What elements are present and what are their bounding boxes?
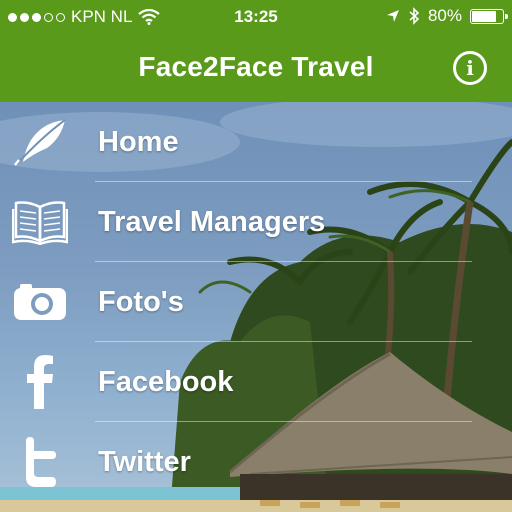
menu-item-fotos[interactable]: Foto's xyxy=(0,262,512,342)
twitter-icon xyxy=(10,422,70,502)
page-title: Face2Face Travel xyxy=(138,51,374,82)
open-book-icon xyxy=(10,182,70,262)
menu-item-label: Twitter xyxy=(98,446,191,478)
menu-item-travel-managers[interactable]: Travel Managers xyxy=(0,182,512,262)
menu-item-twitter[interactable]: Twitter xyxy=(0,422,512,502)
status-bar: KPN NL 13:25 80% xyxy=(0,0,512,34)
menu-item-label: Facebook xyxy=(98,366,234,398)
camera-icon xyxy=(10,262,70,342)
navigation-bar: Face2Face Travel i xyxy=(0,34,512,102)
info-icon: i xyxy=(466,56,474,80)
bluetooth-icon xyxy=(409,7,420,25)
info-button[interactable]: i xyxy=(453,51,487,85)
location-arrow-icon xyxy=(386,10,399,22)
battery-icon xyxy=(470,8,508,24)
side-menu: Home Travel Managers Foto's Facebook Twi… xyxy=(0,102,512,502)
battery-percentage: 80% xyxy=(427,6,462,25)
menu-item-home[interactable]: Home xyxy=(0,102,512,182)
menu-item-label: Foto's xyxy=(98,286,184,318)
menu-item-label: Home xyxy=(98,126,179,158)
feather-icon xyxy=(10,102,70,182)
menu-item-label: Travel Managers xyxy=(98,206,326,238)
menu-item-facebook[interactable]: Facebook xyxy=(0,342,512,422)
facebook-icon xyxy=(10,342,70,422)
